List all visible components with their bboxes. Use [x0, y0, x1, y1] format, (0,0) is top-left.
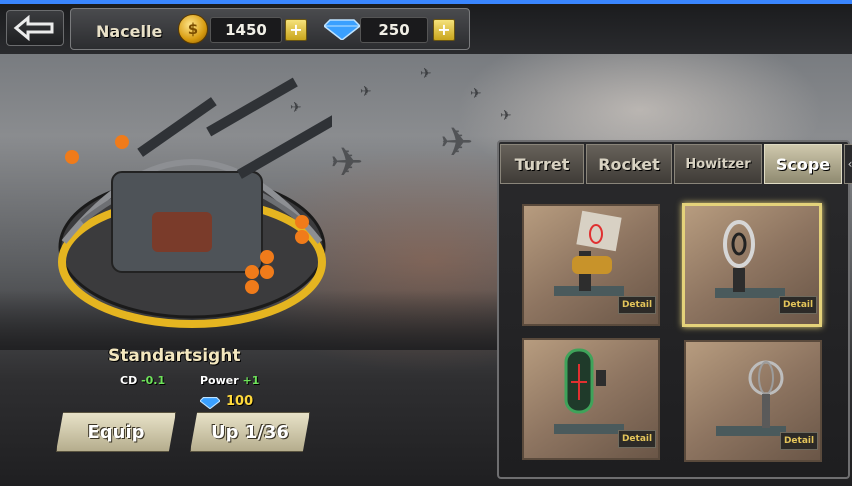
detail-button[interactable]: Detail	[618, 430, 656, 448]
add-coins-button[interactable]: +	[285, 19, 307, 41]
turret-preview	[58, 77, 332, 328]
detail-button[interactable]: Detail	[779, 296, 817, 314]
cost-value: 100	[226, 394, 254, 409]
gem-icon	[324, 19, 360, 40]
cd-value: -0.1	[141, 374, 166, 387]
scope-card[interactable]: Detail	[522, 338, 660, 460]
bomber-plane-icon: ✈	[420, 66, 432, 82]
upgrade-cost: 100	[200, 394, 253, 409]
upgrade-button[interactable]: Up 1/36	[190, 412, 310, 452]
coin-count: 1450	[210, 17, 282, 43]
cd-label: CD	[120, 374, 138, 387]
equip-button[interactable]: Equip	[56, 412, 176, 452]
tab-turret[interactable]: Turret	[500, 144, 584, 184]
cd-stat: CD -0.1	[120, 374, 165, 387]
player-name: Nacelle	[96, 22, 163, 41]
scope-card[interactable]: Detail	[684, 340, 822, 462]
back-arrow-icon	[13, 15, 54, 41]
bomber-plane-icon: ✈	[360, 84, 372, 100]
gem-count: 250	[360, 17, 428, 43]
item-name: Standartsight	[108, 346, 241, 366]
tab-scope[interactable]: Scope	[764, 144, 842, 184]
add-gems-button[interactable]: +	[433, 19, 455, 41]
bomber-plane-icon: ✈	[330, 140, 364, 186]
power-stat: Power +1	[200, 374, 259, 387]
power-label: Power	[200, 374, 239, 387]
bomber-plane-icon: ✈	[470, 86, 482, 102]
tab-howitzer[interactable]: Howitzer	[674, 144, 762, 184]
scope-card[interactable]: Detail	[682, 203, 822, 327]
category-tabs: Turret Rocket Howitzer Scope ‹	[500, 144, 852, 184]
coin-icon: $	[178, 14, 208, 44]
power-value: +1	[242, 374, 260, 387]
detail-button[interactable]: Detail	[780, 432, 818, 450]
gem-icon	[200, 396, 220, 409]
tab-rocket[interactable]: Rocket	[586, 144, 672, 184]
tabs-scroll-arrow[interactable]: ‹	[844, 144, 852, 184]
bomber-plane-icon: ✈	[500, 108, 512, 124]
detail-button[interactable]: Detail	[618, 296, 656, 314]
bomber-plane-icon: ✈	[440, 120, 474, 166]
scope-card[interactable]: Detail	[522, 204, 660, 326]
back-button[interactable]	[6, 10, 64, 46]
